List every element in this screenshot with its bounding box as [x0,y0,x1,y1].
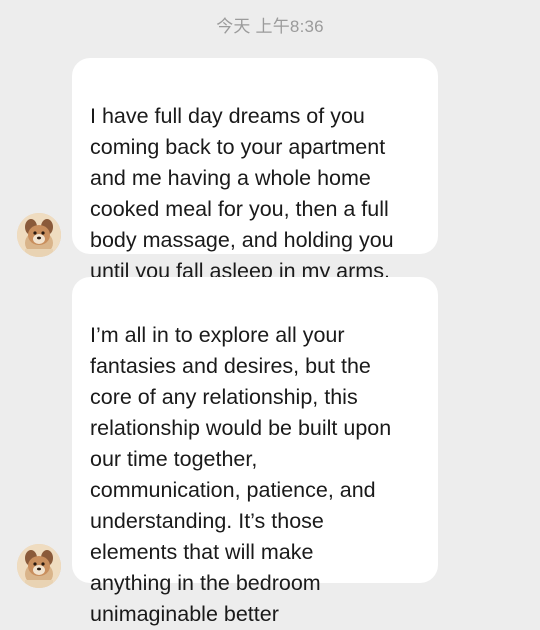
message-text: I have full day dreams of you coming bac… [90,104,394,283]
sender-avatar[interactable] [17,544,61,588]
dog-avatar-icon [17,544,61,588]
sender-avatar[interactable] [17,213,61,257]
message-bubble[interactable]: I’m all in to explore all your fantasies… [72,277,438,626]
message-timestamp: 今天 上午8:36 [216,17,324,36]
message-text: I’m all in to explore all your fantasies… [90,323,392,626]
dog-avatar-icon [17,213,61,257]
message-bubble[interactable]: I have full day dreams of you coming bac… [72,58,438,283]
